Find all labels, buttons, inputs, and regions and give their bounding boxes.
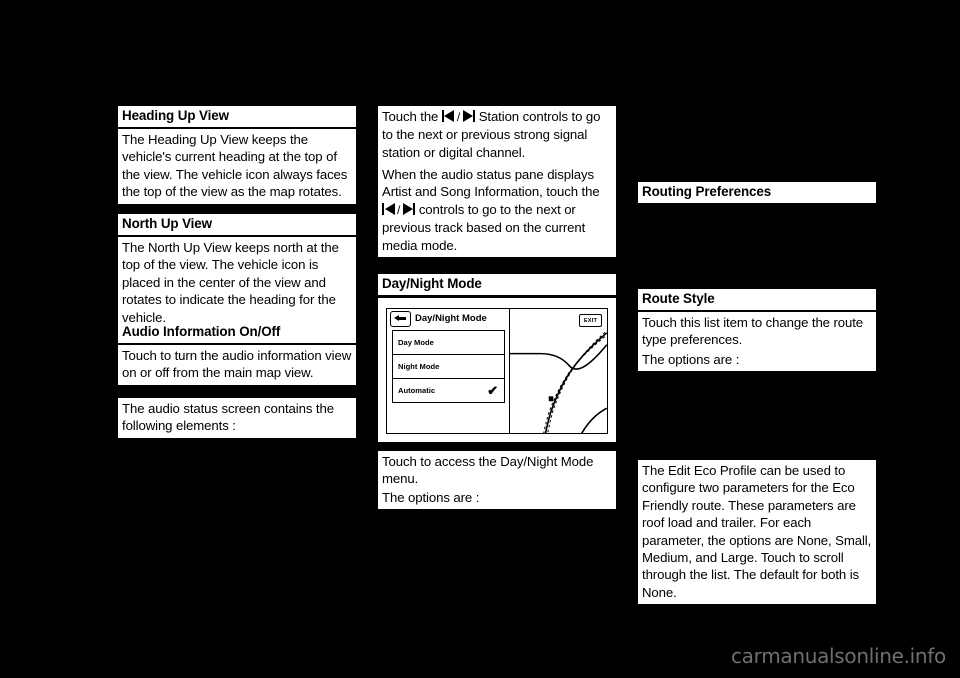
north-up-view-body: The North Up View keeps north at the top… [118,237,356,330]
next-track-icon [401,202,416,216]
station-controls-text-before: Touch the [382,109,439,124]
day-night-mode-option-list: Day Mode Night Mode Automatic ✔ [392,330,506,403]
audio-information-body-1: Touch to turn the audio information view… [118,345,356,385]
station-controls-paragraph: Touch the / Station controls to go to th… [378,106,616,165]
back-arrow-icon[interactable] [390,310,411,327]
next-track-icon [461,109,476,123]
day-night-mode-body-2-text: The options are : [382,490,480,505]
map-graphic [510,330,607,433]
audio-information-heading-text: Audio Information On/Off [122,324,281,339]
option-automatic-label: Automatic [398,386,436,395]
option-day-mode[interactable]: Day Mode [393,331,505,355]
day-night-mode-titlebar: Day/Night Mode [387,309,509,328]
day-night-mode-heading-text: Day/Night Mode [382,276,482,291]
routing-preferences-heading-text: Routing Preferences [642,184,772,199]
audio-information-body-2-text: The audio status screen contains the fol… [122,401,334,434]
day-night-mode-menu-pane: Day/Night Mode Day Mode Night Mode Autom… [387,309,511,433]
audio-information-body-1-text: Touch to turn the audio information view… [122,348,352,381]
previous-track-icon [382,202,396,216]
checkmark-icon: ✔ [487,383,499,398]
day-night-mode-body-1: Touch to access the Day/Night Mode menu. [378,451,616,491]
station-controls-text: Touch the / Station controls to go to th… [382,108,612,161]
route-style-body-1-text: Touch this list item to change the route… [642,315,864,348]
option-automatic[interactable]: Automatic ✔ [393,379,504,402]
north-up-view-body-text: The North Up View keeps north at the top… [122,240,339,325]
previous-track-icon [441,109,456,123]
day-night-mode-heading: Day/Night Mode [378,274,616,295]
route-style-heading-text: Route Style [642,291,715,306]
day-night-mode-body-2: The options are : [378,487,616,510]
north-up-view-heading: North Up View [118,214,356,235]
heading-up-view-body-text: The Heading Up View keeps the vehicle's … [122,132,348,200]
day-night-mode-screen: Day/Night Mode Day Mode Night Mode Autom… [386,308,608,434]
heading-up-view-heading-text: Heading Up View [122,108,229,123]
route-style-body-1: Touch this list item to change the route… [638,312,876,352]
track-controls-text: When the audio status pane displays Arti… [382,166,612,254]
audio-information-heading: Audio Information On/Off [118,322,356,343]
route-style-heading: Route Style [638,289,876,310]
manual-page: Heading Up View The Heading Up View keep… [0,0,960,678]
heading-up-view-body: The Heading Up View keeps the vehicle's … [118,129,356,204]
track-controls-paragraph: When the audio status pane displays Arti… [378,164,616,258]
option-day-mode-label: Day Mode [398,338,434,347]
day-night-mode-screen-title: Day/Night Mode [415,313,487,324]
watermark: carmanualsonline.info [730,644,946,668]
heading-up-view-heading: Heading Up View [118,106,356,127]
day-night-mode-figure: Day/Night Mode Day Mode Night Mode Autom… [378,298,616,442]
route-style-body-2-text: The options are : [642,352,740,367]
north-up-view-heading-text: North Up View [122,216,212,231]
eco-profile-body-text: The Edit Eco Profile can be used to conf… [642,463,872,600]
route-style-body-2: The options are : [638,349,876,372]
map-pane[interactable]: EXIT [510,309,607,433]
audio-information-body-2: The audio status screen contains the fol… [118,398,356,438]
track-controls-text-before: When the audio status pane displays Arti… [382,167,600,200]
eco-profile-body: The Edit Eco Profile can be used to conf… [638,460,876,605]
day-night-mode-body-1-text: Touch to access the Day/Night Mode menu. [382,454,594,487]
option-night-mode[interactable]: Night Mode [393,355,505,379]
option-night-mode-label: Night Mode [398,362,440,371]
exit-button[interactable]: EXIT [579,314,602,327]
routing-preferences-heading: Routing Preferences [638,182,876,203]
